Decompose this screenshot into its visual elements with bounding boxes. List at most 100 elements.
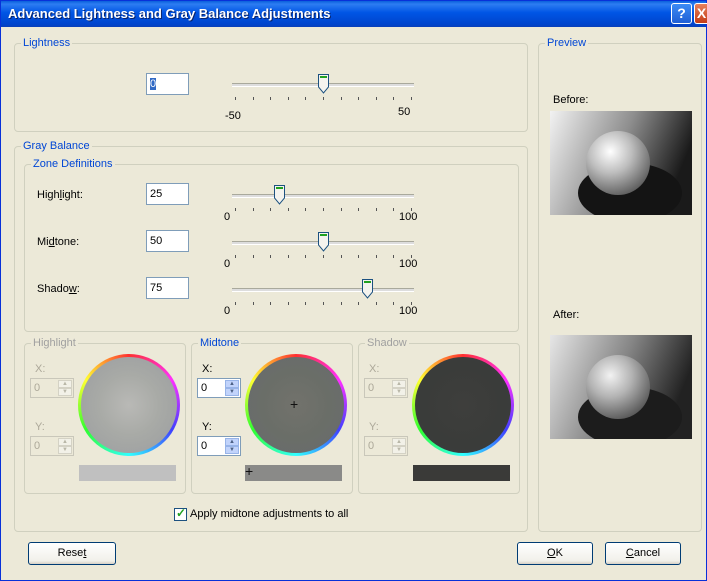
spin-down-icon[interactable]: ▼ <box>225 446 239 454</box>
highlight-y-spinner[interactable]: 0 ▲ ▼ <box>30 436 74 456</box>
slider-tick <box>393 97 395 100</box>
apply-midtone-checkbox[interactable]: ✓ <box>174 506 187 521</box>
slider-tick <box>358 302 360 305</box>
slider-tick <box>411 97 412 100</box>
midtone-zone-input[interactable]: 50 <box>146 230 189 252</box>
shadow-color-wheel[interactable] <box>412 354 514 456</box>
slider-thumb-icon[interactable] <box>318 232 329 252</box>
slider-tick <box>270 208 272 211</box>
ok-button[interactable]: OK <box>517 542 593 565</box>
lightness-group-label: Lightness <box>21 37 73 49</box>
slider-tick <box>323 97 324 100</box>
spin-up-icon[interactable]: ▲ <box>58 380 72 388</box>
highlight-zone-slider[interactable] <box>232 184 422 220</box>
slider-tick <box>393 302 395 305</box>
title-bar[interactable]: Advanced Lightness and Gray Balance Adju… <box>1 1 707 27</box>
slider-tick <box>287 255 289 258</box>
slider-tick <box>340 302 342 305</box>
highlight-x-spinner[interactable]: 0 ▲ ▼ <box>30 378 74 398</box>
highlight-zone-max-label: 100 <box>399 211 418 223</box>
slider-tick <box>305 302 307 305</box>
midtone-zone-max-label: 100 <box>399 258 418 270</box>
highlight-wheel-label: Highlight <box>31 337 78 349</box>
midtone-color-wheel[interactable]: + <box>245 354 347 456</box>
slider-thumb-icon[interactable] <box>274 185 285 205</box>
shadow-zone-input[interactable]: 75 <box>146 277 189 299</box>
spin-down-icon[interactable]: ▼ <box>58 388 72 396</box>
slider-thumb-icon[interactable] <box>362 279 373 299</box>
shadow-wheel-label: Shadow <box>365 337 409 349</box>
spin-up-icon[interactable]: ▲ <box>58 438 72 446</box>
slider-tick <box>270 302 272 305</box>
shadow-zone-min-label: 0 <box>224 305 231 317</box>
midtone-zone-label: Midtone: <box>37 236 80 248</box>
window-title: Advanced Lightness and Gray Balance Adju… <box>8 6 331 21</box>
slider-tick <box>305 255 307 258</box>
slider-tick <box>358 97 360 100</box>
spin-down-icon[interactable]: ▼ <box>58 446 72 454</box>
highlight-color-wheel[interactable] <box>78 354 180 456</box>
shadow-y-label: Y: <box>369 421 379 433</box>
spin-up-icon[interactable]: ▲ <box>392 438 406 446</box>
slider-tick <box>252 255 254 258</box>
shadow-x-spinner[interactable]: 0 ▲ ▼ <box>364 378 408 398</box>
close-button[interactable]: X <box>694 3 707 24</box>
highlight-x-label: X: <box>35 363 46 375</box>
spin-up-icon[interactable]: ▲ <box>225 438 239 446</box>
lightness-slider[interactable] <box>232 73 422 109</box>
slider-tick <box>358 208 360 211</box>
slider-tick <box>252 302 254 305</box>
midtone-wheel-label: Midtone <box>198 337 242 349</box>
shadow-zone-label: Shadow: <box>37 283 80 295</box>
before-label: Before: <box>553 94 589 106</box>
slider-tick <box>270 97 272 100</box>
spin-down-icon[interactable]: ▼ <box>392 388 406 396</box>
spin-down-icon[interactable]: ▼ <box>392 446 406 454</box>
before-preview-image <box>550 111 692 215</box>
slider-tick <box>235 255 236 258</box>
shadow-x-label: X: <box>369 363 380 375</box>
slider-track[interactable] <box>232 288 414 292</box>
highlight-zone-min-label: 0 <box>224 211 231 223</box>
reset-button[interactable]: Reset <box>28 542 116 565</box>
lightness-input[interactable]: 0 <box>146 73 189 95</box>
slider-tick <box>375 302 377 305</box>
midtone-zone-slider[interactable] <box>232 231 422 267</box>
slider-tick <box>340 97 342 100</box>
slider-tick <box>252 208 254 211</box>
checkmark-icon: ✓ <box>176 506 187 520</box>
crosshair-icon: + <box>245 463 254 479</box>
slider-tick <box>393 208 395 211</box>
shadow-y-spinner[interactable]: 0 ▲ ▼ <box>364 436 408 456</box>
after-preview-image <box>550 335 692 439</box>
midtone-y-label: Y: <box>202 421 212 433</box>
spin-down-icon[interactable]: ▼ <box>225 388 239 396</box>
spin-up-icon[interactable]: ▲ <box>225 380 239 388</box>
help-button[interactable]: ? <box>671 3 692 24</box>
midtone-swatch: + <box>245 463 342 481</box>
slider-tick <box>393 255 395 258</box>
slider-thumb-icon[interactable] <box>318 74 329 94</box>
slider-tick <box>323 208 324 211</box>
gray-balance-group-label: Gray Balance <box>21 140 92 152</box>
lightness-max-label: 50 <box>398 106 411 118</box>
slider-tick <box>323 302 324 305</box>
spin-up-icon[interactable]: ▲ <box>392 380 406 388</box>
slider-tick <box>287 208 289 211</box>
lightness-min-label: -50 <box>225 110 241 122</box>
midtone-x-spinner[interactable]: 0 ▲ ▼ <box>197 378 241 398</box>
slider-tick <box>235 208 236 211</box>
slider-tick <box>375 255 377 258</box>
shadow-zone-slider[interactable] <box>232 278 422 314</box>
slider-tick <box>287 97 289 100</box>
apply-midtone-label: Apply midtone adjustments to all <box>190 508 349 520</box>
after-label: After: <box>553 309 580 321</box>
preview-group-label: Preview <box>545 37 589 49</box>
slider-track[interactable] <box>232 194 414 198</box>
slider-tick <box>270 255 272 258</box>
cancel-button[interactable]: Cancel <box>605 542 681 565</box>
highlight-zone-input[interactable]: 25 <box>146 183 189 205</box>
midtone-y-spinner[interactable]: 0 ▲ ▼ <box>197 436 241 456</box>
crosshair-icon: + <box>290 396 299 412</box>
zone-definitions-label: Zone Definitions <box>31 158 115 170</box>
